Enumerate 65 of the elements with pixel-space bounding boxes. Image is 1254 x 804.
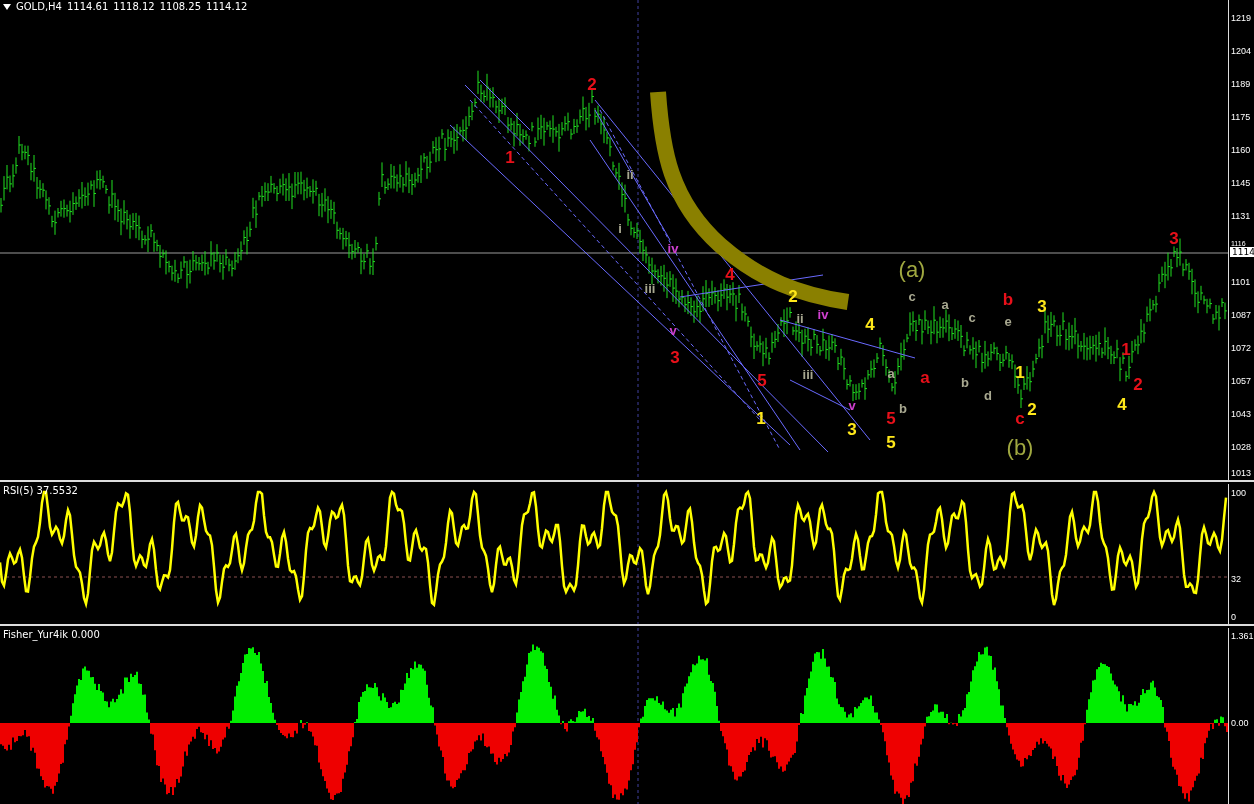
- price-axis-label: 1204: [1231, 46, 1252, 56]
- ohlc-value: 1118.12: [113, 1, 155, 12]
- rsi-axis-label: 0: [1231, 612, 1236, 622]
- rsi-axis-label: 32: [1231, 574, 1241, 584]
- price-axis-label: 1028: [1231, 442, 1252, 452]
- wave-label: (a): [898, 259, 926, 281]
- wave-label: c: [908, 289, 916, 303]
- price-axis-label: 1101: [1231, 277, 1251, 287]
- wave-label: 5: [757, 371, 767, 389]
- price-axis-label: 1219: [1231, 13, 1252, 23]
- wave-label: 1: [1121, 340, 1131, 358]
- wave-label: iv: [817, 307, 829, 321]
- price-axis-label: 1072: [1231, 343, 1252, 353]
- wave-label: 2: [1133, 375, 1143, 393]
- wave-label: iii: [644, 281, 656, 295]
- wave-label: b: [961, 375, 969, 389]
- wave-label: 5: [886, 433, 896, 451]
- wave-label: 3: [847, 420, 857, 438]
- wave-label: v: [848, 398, 856, 412]
- price-axis-label: 1057: [1231, 376, 1252, 386]
- wave-label: 1: [505, 148, 515, 166]
- price-axis-label: 1013: [1231, 468, 1252, 478]
- wave-label: 3: [670, 348, 680, 366]
- price-axis-label: 1087: [1231, 310, 1252, 320]
- ohlc-value: 1114.12: [206, 1, 248, 12]
- fisher-axis-label: 1.361: [1231, 631, 1254, 641]
- wave-label: b: [899, 401, 907, 415]
- rsi-indicator-label: RSI(5) 37.5532: [3, 485, 78, 496]
- price-axis-label: 1175: [1231, 112, 1251, 122]
- dropdown-triangle-icon[interactable]: [3, 3, 11, 10]
- wave-label: (b): [1006, 437, 1034, 459]
- price-axis-label: 1131: [1231, 211, 1251, 221]
- wave-label: 2: [1027, 400, 1037, 418]
- wave-label: 4: [865, 315, 875, 333]
- wave-label: a: [920, 368, 930, 386]
- wave-label: c: [968, 310, 976, 324]
- wave-label: iii: [802, 367, 814, 381]
- price-axis-label: 1043: [1231, 409, 1252, 419]
- current-price-label: 1114: [1230, 247, 1254, 257]
- fisher-axis-label: 0.00: [1231, 718, 1249, 728]
- wave-label: 5: [886, 409, 896, 427]
- wave-label: ii: [796, 311, 804, 325]
- wave-label: 4: [725, 265, 735, 283]
- price-axis-label: 1145: [1231, 178, 1251, 188]
- fisher-indicator-label: Fisher_Yur4ik 0.000: [3, 629, 100, 640]
- ohlc-value: 1108.25: [159, 1, 202, 12]
- price-axis-label: 1189: [1231, 79, 1251, 89]
- ohlc-value: 1114.61: [66, 1, 109, 12]
- wave-label: d: [984, 388, 992, 402]
- wave-label: a: [941, 297, 949, 311]
- wave-label: 2: [587, 75, 597, 93]
- wave-label: c: [1015, 409, 1025, 427]
- wave-label: i: [618, 221, 622, 235]
- rsi-axis-label: 100: [1231, 488, 1247, 498]
- wave-label: 1: [1015, 363, 1025, 381]
- price-axis-label: 1160: [1231, 145, 1251, 155]
- symbol-label: GOLD,H4: [16, 1, 62, 12]
- wave-label: v: [669, 323, 677, 337]
- wave-label: 3: [1169, 229, 1179, 247]
- wave-label: b: [1002, 290, 1014, 308]
- wave-label: iv: [667, 241, 679, 255]
- wave-label: ii: [626, 167, 634, 181]
- wave-label: 3: [1037, 297, 1047, 315]
- wave-label: e: [1004, 314, 1012, 328]
- wave-label: 4: [1117, 395, 1127, 413]
